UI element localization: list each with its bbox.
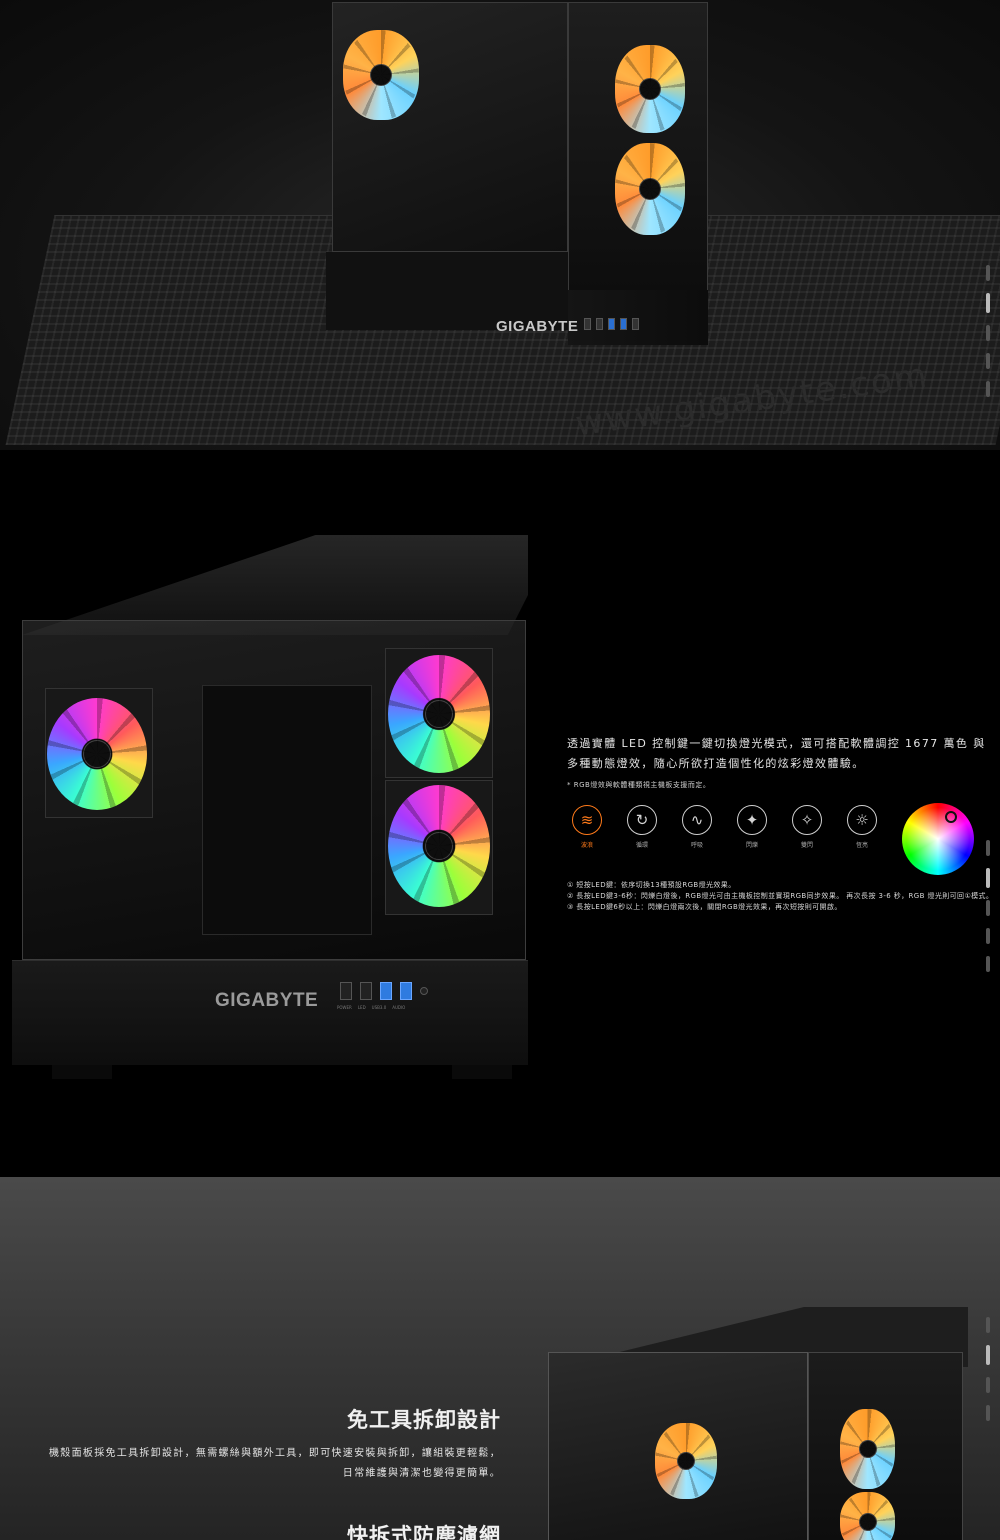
fan-hub: [83, 740, 111, 768]
usb-port: [380, 982, 392, 1000]
mode-flash[interactable]: ✦ 閃爍: [732, 805, 772, 849]
color-wheel-icon[interactable]: [902, 803, 974, 875]
fan-hub: [639, 78, 661, 100]
usb-port: [608, 318, 615, 330]
fan-hub: [858, 1440, 877, 1458]
scroll-dot-active[interactable]: [986, 293, 990, 313]
scroll-dot[interactable]: [986, 928, 990, 944]
section-title: 免工具拆卸設計: [347, 1408, 501, 1432]
color-picker-handle[interactable]: [945, 811, 957, 823]
case-base: [12, 960, 528, 1065]
port-label: USB3.0: [371, 1005, 387, 1010]
scroll-dot[interactable]: [986, 353, 990, 369]
mode-breathe[interactable]: ∿ 呼吸: [677, 805, 717, 849]
double-flash-icon: ✧: [792, 805, 822, 835]
led-button-steps: ① 短按LED鍵：依序切換13種預設RGB燈光效果。 ② 長按LED鍵3-6秒：…: [567, 880, 997, 913]
usb-port: [400, 982, 412, 1000]
fan-hub: [677, 1452, 695, 1470]
fan-icon: [840, 1492, 895, 1540]
wave-icon: ≋: [572, 805, 602, 835]
fan-icon: [615, 45, 685, 133]
scroll-dot[interactable]: [986, 381, 990, 397]
case-foot: [452, 1065, 512, 1079]
scroll-dot[interactable]: [986, 840, 990, 856]
mode-wave[interactable]: ≋ 波浪: [567, 805, 607, 849]
case-interior: [202, 685, 372, 935]
section-body: 機殼面板採免工具拆卸設計，無需螺絲與額外工具，即可快速安裝與拆卸，讓組裝更輕鬆，…: [49, 1448, 501, 1479]
mode-static[interactable]: ☼ 恆亮: [842, 805, 882, 849]
step-item: ② 長按LED鍵3-6秒：閃爍白燈後，RGB燈光可由主機板控制並實現RGB同步效…: [567, 892, 994, 900]
page-scroll-indicator[interactable]: [986, 840, 990, 972]
scroll-dot[interactable]: [986, 1317, 990, 1333]
hero-section: www.gigabyte.com GIGABYTE: [0, 0, 1000, 450]
usb-port: [620, 318, 627, 330]
fan-hub: [858, 1513, 877, 1531]
description-text: 透過實體 LED 控制鍵一鍵切換燈光模式，還可搭配軟體調控 1677 萬色 與多…: [567, 737, 986, 770]
mode-label: 閃爍: [745, 842, 758, 849]
footnote: * RGB燈效與軟體種類視主機板支援而定。: [567, 781, 711, 789]
front-io-ports: [340, 982, 428, 1000]
scroll-dot-active[interactable]: [986, 1345, 990, 1365]
port: [584, 318, 591, 330]
case-foot: [52, 1065, 112, 1079]
scroll-dot[interactable]: [986, 265, 990, 281]
mode-label: 循環: [635, 842, 648, 849]
rgb-section: GIGABYTE POWER LED USB3.0 AUDIO 透過實體 LED…: [0, 450, 1000, 1177]
fan-icon: [343, 30, 419, 120]
port-labels: POWER LED USB3.0 AUDIO: [337, 1005, 405, 1010]
mode-label: 波浪: [580, 842, 593, 849]
audio-jack: [420, 987, 428, 995]
mode-cycle[interactable]: ↻ 循環: [622, 805, 662, 849]
scroll-dot[interactable]: [986, 325, 990, 341]
cycle-icon: ↻: [627, 805, 657, 835]
page-scroll-indicator[interactable]: [986, 1317, 990, 1421]
fan-hub: [370, 64, 392, 86]
fan-icon: [840, 1409, 895, 1489]
rgb-fan-icon: [388, 655, 490, 773]
scroll-dot[interactable]: [986, 1377, 990, 1393]
mode-label: 恆亮: [855, 842, 868, 849]
fan-hub: [639, 178, 661, 200]
breathe-icon: ∿: [682, 805, 712, 835]
fan-hub: [425, 700, 453, 728]
mode-double-flash[interactable]: ✧ 雙閃: [787, 805, 827, 849]
port-label: LED: [357, 1005, 366, 1010]
next-section-title: 快拆式防塵濾網: [347, 1524, 501, 1540]
port-label: POWER: [337, 1005, 352, 1010]
port: [632, 318, 639, 330]
front-io-ports: [584, 318, 644, 332]
port: [596, 318, 603, 330]
pc-case-angled: [548, 1307, 968, 1540]
fan-hub: [425, 832, 453, 860]
toolless-section: 免工具拆卸設計 機殼面板採免工具拆卸設計，無需螺絲與額外工具，即可快速安裝與拆卸…: [0, 1177, 1000, 1540]
rgb-description: 透過實體 LED 控制鍵一鍵切換燈光模式，還可搭配軟體調控 1677 萬色 與多…: [567, 734, 997, 790]
scroll-dot[interactable]: [986, 1405, 990, 1421]
rgb-fan-icon: [388, 785, 490, 907]
brand-logo: GIGABYTE: [496, 318, 579, 335]
scroll-dot-active[interactable]: [986, 868, 990, 888]
step-item: ③ 長按LED鍵6秒以上：閃爍白燈兩次後，關閉RGB燈光效果，再次短按則可開啟。: [567, 903, 842, 911]
led-button[interactable]: [360, 982, 372, 1000]
scroll-dot[interactable]: [986, 956, 990, 972]
fan-icon: [655, 1423, 717, 1499]
step-item: ① 短按LED鍵：依序切換13種預設RGB燈光效果。: [567, 881, 736, 889]
mode-label: 呼吸: [690, 842, 703, 849]
brand-logo: GIGABYTE: [215, 990, 319, 1011]
page-scroll-indicator[interactable]: [986, 265, 990, 397]
scroll-dot[interactable]: [986, 900, 990, 916]
rgb-fan-icon: [47, 698, 147, 810]
lighting-modes: ≋ 波浪 ↻ 循環 ∿ 呼吸 ✦ 閃爍 ✧ 雙閃 ☼ 恆亮: [567, 805, 887, 849]
flash-icon: ✦: [737, 805, 767, 835]
port-label: AUDIO: [392, 1005, 406, 1010]
static-icon: ☼: [847, 805, 877, 835]
power-button[interactable]: [340, 982, 352, 1000]
mode-label: 雙閃: [800, 842, 813, 849]
fan-icon: [615, 143, 685, 235]
